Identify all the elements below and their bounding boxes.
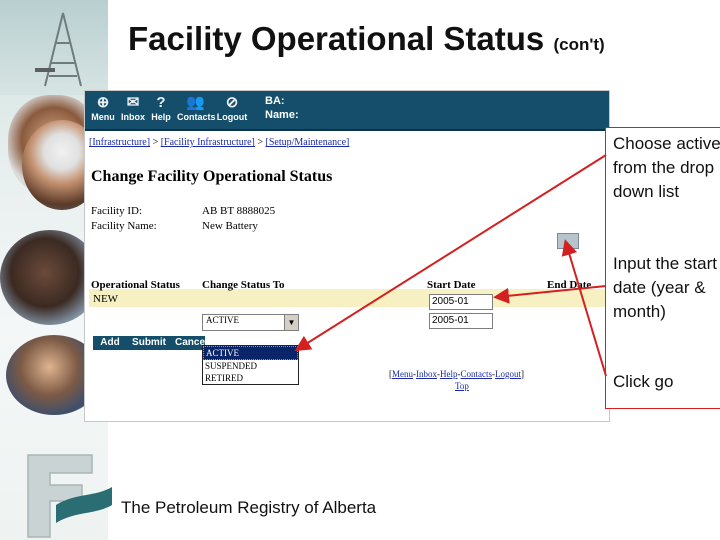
footer-top-link: Top [455,381,469,391]
registry-logo-icon [27,454,112,538]
dropdown-option-retired[interactable]: RETIRED [203,372,298,384]
toolbar-logout-label: Logout [216,112,248,122]
slide-title-suffix: (con't) [553,35,605,54]
col-change-status-to: Change Status To [202,279,285,291]
annotation-panel: Choose active from the drop down list In… [605,127,720,409]
footer-link-contacts[interactable]: Contacts [461,369,493,379]
facility-name-label: Facility Name: [91,220,157,232]
status-dropdown-list: ACTIVE SUSPENDED RETIRED [202,345,299,385]
menu-icon: ⊕ [96,94,110,111]
dropdown-option-active[interactable]: ACTIVE [203,346,298,360]
toolbar-help-label: Help [151,112,171,122]
name-label: Name: [265,109,299,121]
oil-derrick-photo [0,0,108,95]
footer-link-menu[interactable]: Menu [392,369,413,379]
logout-icon: ⊘ [225,94,239,111]
footer-link-logout[interactable]: Logout [495,369,521,379]
current-status-row [89,289,607,307]
envelope-icon: ✉ [126,94,140,111]
go-button[interactable] [557,233,579,249]
dropdown-option-suspended[interactable]: SUSPENDED [203,360,298,372]
breadcrumb-setup-maintenance[interactable]: [Setup/Maintenance] [266,137,350,148]
toolbar-menu-button[interactable]: ⊕ Menu [89,94,117,122]
facility-id-label: Facility ID: [91,205,143,217]
change-status-select[interactable]: ACTIVE ▼ [202,314,299,331]
change-status-selected: ACTIVE [206,315,239,325]
submit-button[interactable]: Submit [123,336,175,350]
registry-footer: The Petroleum Registry of Alberta [121,498,377,517]
col-start-date: Start Date [427,279,476,291]
annotation-choose-active: Choose active from the drop down list [613,134,720,201]
cancel-button[interactable]: Cancel [171,336,205,350]
add-button[interactable]: Add [93,336,127,350]
slide-title: Facility Operational Status (con't) [128,20,605,58]
breadcrumb: [Infrastructure] > [Facility Infrastruct… [89,137,349,148]
contacts-icon: 👥 [186,94,205,111]
breadcrumb-infrastructure[interactable]: [Infrastructure] [89,137,150,148]
start-date-input-2[interactable]: 2005-01 [429,313,493,329]
toolbar-logout-button[interactable]: ⊘ Logout [215,94,249,122]
help-icon: ? [156,94,166,111]
chevron-down-icon[interactable]: ▼ [284,315,298,330]
derrick-icon [35,12,82,87]
page-title: Change Facility Operational Status [91,168,333,185]
toolbar-contacts-label: Contacts [177,112,216,122]
app-toolbar: ⊕ Menu ✉ Inbox ? Help 👥 Contacts ⊘ Logou… [85,91,609,131]
slide-title-main: Facility Operational Status [128,20,545,57]
col-operational-status: Operational Status [91,279,180,291]
facility-name-value: New Battery [202,220,258,232]
breadcrumb-separator: > [257,137,263,148]
start-date-input-1[interactable]: 2005-01 [429,294,493,310]
footer-link-inbox[interactable]: Inbox [416,369,437,379]
top-link[interactable]: Top [455,381,469,391]
breadcrumb-facility-infrastructure[interactable]: [Facility Infrastructure] [161,137,255,148]
toolbar-help-button[interactable]: ? Help [147,94,175,122]
toolbar-inbox-button[interactable]: ✉ Inbox [119,94,147,122]
toolbar-contacts-button[interactable]: 👥 Contacts [177,94,216,122]
toolbar-menu-label: Menu [91,112,115,122]
annotation-click-go: Click go [613,372,674,391]
annotation-input-start-date: Input the start date (year & month) [613,254,717,321]
breadcrumb-separator: > [152,137,159,148]
footer-link-help[interactable]: Help [440,369,458,379]
ba-label: BA: [265,95,285,107]
footer-nav: [Menu-Inbox-Help-Contacts-Logout] [389,369,524,379]
toolbar-inbox-label: Inbox [121,112,145,122]
current-status-value: NEW [93,293,119,305]
facility-id-value: AB BT 8888025 [202,205,276,217]
app-screenshot: ⊕ Menu ✉ Inbox ? Help 👥 Contacts ⊘ Logou… [84,90,610,422]
col-end-date: End Date [547,279,592,291]
